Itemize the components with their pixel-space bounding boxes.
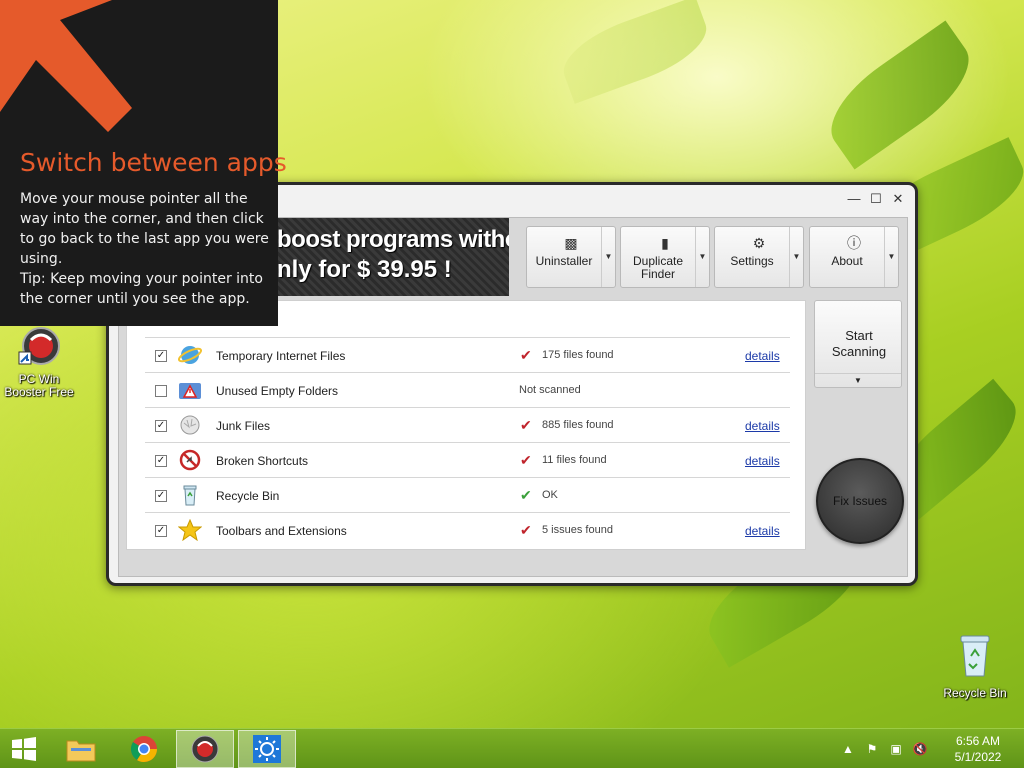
chrome-icon bbox=[130, 736, 158, 763]
scan-row: ✓ Temporary Internet Files ✔ 175 files f… bbox=[145, 337, 790, 372]
item-status: 175 files found bbox=[542, 349, 614, 361]
details-link[interactable]: details bbox=[745, 419, 780, 433]
switch-apps-hint: Switch between apps Move your mouse poin… bbox=[0, 0, 287, 326]
scan-row: Unused Empty Folders Not scanned bbox=[145, 372, 790, 407]
item-name: Recycle Bin bbox=[216, 489, 280, 503]
item-checkbox[interactable] bbox=[155, 385, 167, 397]
banner-line-1: boost programs without bbox=[277, 226, 509, 253]
volume-muted-icon[interactable]: 🔇 bbox=[908, 742, 932, 756]
wallpaper-leaf bbox=[814, 20, 986, 170]
hint-tip-text: Tip: Keep moving your pointer into the c… bbox=[20, 271, 263, 307]
sun-settings-icon bbox=[253, 735, 281, 763]
warning-folder-icon bbox=[179, 383, 201, 399]
internet-explorer-icon bbox=[178, 346, 202, 364]
settings-button[interactable]: ⚙ Settings ▼ bbox=[714, 226, 804, 288]
info-icon: ⓘ bbox=[847, 235, 861, 251]
crumpled-paper-icon bbox=[180, 415, 200, 435]
window-controls: — ☐ ✕ bbox=[847, 191, 905, 207]
desktop-icon-label: Recycle Bin bbox=[943, 686, 1007, 700]
pcwin-booster-icon bbox=[191, 735, 219, 763]
action-center-flag-icon[interactable]: ⚑ bbox=[860, 742, 884, 756]
item-status: 885 files found bbox=[542, 419, 614, 431]
maximize-button[interactable]: ☐ bbox=[869, 191, 883, 207]
hint-body-text: Move your mouse pointer all the way into… bbox=[20, 191, 269, 267]
taskbar-settings-app[interactable] bbox=[238, 730, 296, 768]
pcwin-booster-icon bbox=[18, 327, 60, 365]
system-tray: ▲ ⚑ ▣ 🔇 6:56 AM 5/1/2022 bbox=[836, 729, 1024, 768]
item-checkbox[interactable]: ✓ bbox=[155, 350, 167, 362]
chevron-down-icon[interactable]: ▼ bbox=[789, 227, 803, 287]
taskbar-chrome[interactable] bbox=[115, 730, 173, 768]
duplicate-finder-label: Duplicate Finder bbox=[632, 254, 684, 281]
gears-icon: ⚙ bbox=[752, 235, 766, 251]
corner-arrow-icon bbox=[0, 0, 132, 132]
item-name: Toolbars and Extensions bbox=[216, 524, 347, 538]
trash-icon: ▩ bbox=[564, 235, 578, 251]
fix-issues-button[interactable]: Fix Issues bbox=[816, 458, 904, 544]
hint-body: Move your mouse pointer all the way into… bbox=[20, 189, 270, 309]
minimize-button[interactable]: — bbox=[847, 191, 861, 207]
red-check-icon: ✔ bbox=[520, 522, 532, 538]
broken-shortcut-icon bbox=[179, 449, 201, 471]
uninstaller-button[interactable]: ▩ Uninstaller ▼ bbox=[526, 226, 616, 288]
banner-line-2: nly for $ 39.95 ! bbox=[277, 256, 452, 283]
item-status: Not scanned bbox=[519, 384, 581, 396]
chevron-down-icon[interactable]: ▼ bbox=[884, 227, 898, 287]
close-button[interactable]: ✕ bbox=[891, 191, 905, 207]
details-link[interactable]: details bbox=[745, 454, 780, 468]
uninstaller-label: Uninstaller bbox=[535, 254, 593, 268]
scan-row: ✓ Toolbars and Extensions ✔ 5 issues fou… bbox=[145, 512, 790, 547]
show-hidden-icons-chevron-up-icon[interactable]: ▲ bbox=[836, 742, 860, 756]
red-check-icon: ✔ bbox=[520, 347, 532, 363]
start-button[interactable] bbox=[0, 730, 48, 768]
item-name: Junk Files bbox=[216, 419, 271, 433]
folder-icon bbox=[66, 740, 96, 762]
item-checkbox[interactable]: ✓ bbox=[155, 420, 167, 432]
clock-time: 6:56 AM bbox=[955, 734, 1001, 748]
scan-row: ✓ Junk Files ✔ 885 files found details bbox=[145, 407, 790, 442]
item-checkbox[interactable]: ✓ bbox=[155, 455, 167, 467]
item-checkbox[interactable]: ✓ bbox=[155, 525, 167, 537]
desktop-icon-recycle-bin[interactable]: Recycle Bin bbox=[938, 630, 1012, 700]
desktop-icon-pcwin-booster[interactable]: PC Win Booster Free bbox=[2, 326, 76, 399]
details-link[interactable]: details bbox=[745, 349, 780, 363]
chevron-down-icon[interactable]: ▼ bbox=[815, 373, 901, 387]
item-checkbox[interactable]: ✓ bbox=[155, 490, 167, 502]
start-scanning-button[interactable]: Start Scanning ▼ bbox=[814, 300, 902, 388]
details-link[interactable]: details bbox=[745, 524, 780, 538]
chevron-down-icon[interactable]: ▼ bbox=[601, 227, 615, 287]
red-check-icon: ✔ bbox=[520, 417, 532, 433]
scan-row: ✓ Recycle Bin ✔ OK bbox=[145, 477, 790, 512]
item-status: 5 issues found bbox=[542, 524, 613, 536]
desktop-icon-label: PC Win Booster Free bbox=[4, 372, 74, 399]
item-status: OK bbox=[542, 489, 558, 501]
chevron-down-icon[interactable]: ▼ bbox=[695, 227, 709, 287]
scan-results-panel: ✓ Temporary Internet Files ✔ 175 files f… bbox=[126, 300, 806, 550]
item-name: Unused Empty Folders bbox=[216, 384, 339, 398]
recycle-bin-icon bbox=[960, 635, 990, 677]
taskbar: ▲ ⚑ ▣ 🔇 6:56 AM 5/1/2022 bbox=[0, 728, 1024, 768]
star-icon bbox=[178, 519, 202, 541]
start-scanning-label: Start Scanning bbox=[831, 328, 887, 359]
hint-title: Switch between apps bbox=[20, 148, 287, 177]
clock-date: 5/1/2022 bbox=[954, 750, 1002, 764]
settings-label: Settings bbox=[730, 254, 774, 268]
item-name: Broken Shortcuts bbox=[216, 454, 309, 468]
scan-row: ✓ Broken Shortcuts ✔ 11 files found deta… bbox=[145, 442, 790, 477]
item-name: Temporary Internet Files bbox=[216, 349, 346, 363]
windows-logo-icon bbox=[12, 737, 36, 761]
network-icon[interactable]: ▣ bbox=[884, 742, 908, 756]
clock[interactable]: 6:56 AM 5/1/2022 bbox=[932, 733, 1024, 765]
taskbar-file-explorer[interactable] bbox=[52, 730, 110, 768]
duplicate-finder-button[interactable]: ▮ Duplicate Finder ▼ bbox=[620, 226, 710, 288]
taskbar-pcwin-booster[interactable] bbox=[176, 730, 234, 768]
wallpaper-leaf bbox=[554, 0, 716, 104]
document-icon: ▮ bbox=[661, 235, 669, 251]
green-check-icon: ✔ bbox=[520, 487, 532, 503]
item-status: 11 files found bbox=[542, 454, 607, 466]
about-button[interactable]: ⓘ About ▼ bbox=[809, 226, 899, 288]
recycle-bin-icon bbox=[183, 485, 197, 506]
about-label: About bbox=[831, 254, 863, 268]
red-check-icon: ✔ bbox=[520, 452, 532, 468]
